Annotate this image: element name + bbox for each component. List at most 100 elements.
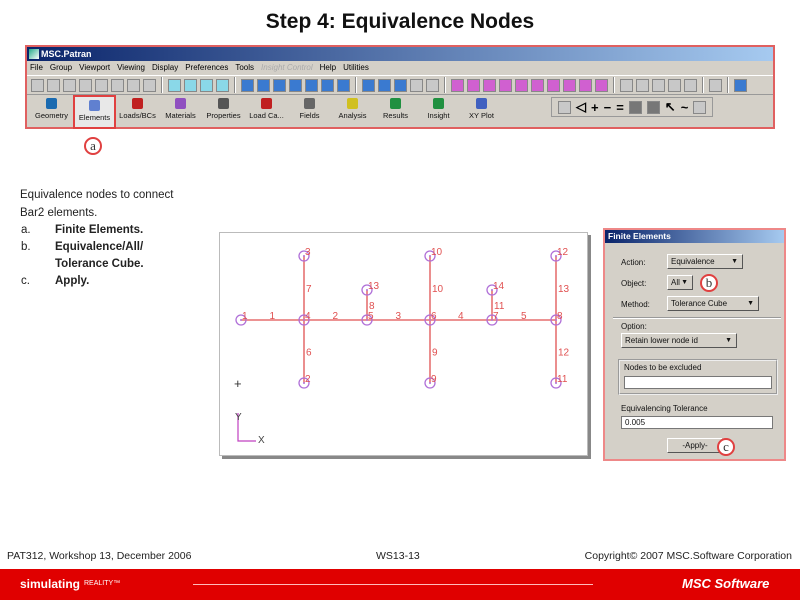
exclude-label: Nodes to be excluded <box>624 363 702 372</box>
toolbar-button-icon[interactable] <box>467 78 480 92</box>
pointer-icon[interactable]: ↖ <box>665 99 676 115</box>
toolbar-button-icon[interactable] <box>620 78 633 92</box>
app-properties[interactable]: Properties <box>202 95 245 129</box>
toolbar-button-icon[interactable] <box>684 78 697 92</box>
app-elements[interactable]: Elements <box>73 95 116 129</box>
app-insight[interactable]: Insight <box>417 95 460 129</box>
toolbar-button-icon[interactable] <box>47 78 60 92</box>
action-select[interactable]: Equivalence ▼ <box>667 254 743 269</box>
app-fields[interactable]: Fields <box>288 95 331 129</box>
toolbar-button-icon[interactable] <box>595 78 608 92</box>
toolbar-button-icon[interactable] <box>273 78 286 92</box>
node-label: 12 <box>557 247 569 258</box>
toolbar-button-icon[interactable] <box>95 78 108 92</box>
toolbar-button-icon[interactable] <box>451 78 464 92</box>
minus-icon[interactable]: − <box>604 100 612 115</box>
toolbar-button-icon[interactable] <box>531 78 544 92</box>
element-label: 6 <box>306 348 312 359</box>
toolbar-button-icon[interactable] <box>547 78 560 92</box>
step-a: a. Finite Elements. <box>21 222 175 239</box>
equals-icon[interactable]: = <box>616 100 624 115</box>
toolbar-button-icon[interactable] <box>289 78 302 92</box>
menu-viewport[interactable]: Viewport <box>79 61 110 75</box>
node-label: 5 <box>368 311 374 322</box>
app-icon <box>476 98 487 109</box>
nodes-excluded-input[interactable] <box>624 376 772 389</box>
object-select[interactable]: All ▼ <box>667 275 693 290</box>
toolbar-button-icon[interactable] <box>652 78 665 92</box>
fill2-icon[interactable] <box>646 100 660 114</box>
menu-display[interactable]: Display <box>152 61 178 75</box>
graphics-viewport[interactable]: 1 2 3 4 5 6 7 8 9 10 11 12 13 1 2 3 4 5 6 7 8 9 10 11 12 13 14 + Y X <box>219 232 588 456</box>
menu-tools[interactable]: Tools <box>235 61 254 75</box>
toolbar-button-icon[interactable] <box>257 78 270 92</box>
menu-help[interactable]: Help <box>320 61 336 75</box>
method-select[interactable]: Tolerance Cube ▼ <box>667 296 759 311</box>
toolbar-button-icon[interactable] <box>410 78 423 92</box>
axis-x-label: X <box>258 435 265 446</box>
node-label: 2 <box>305 374 311 385</box>
divider <box>613 317 781 319</box>
toolbar-button-icon[interactable] <box>668 78 681 92</box>
lasso-icon[interactable]: ◁ <box>576 99 586 115</box>
copy-icon[interactable] <box>558 100 571 114</box>
app-analysis[interactable]: Analysis <box>331 95 374 129</box>
toolbar-button-icon[interactable] <box>636 78 649 92</box>
menu-file[interactable]: File <box>30 61 43 75</box>
app-label: Loads/BCs <box>119 111 156 120</box>
app-label: XY Plot <box>469 111 494 120</box>
toolbar-button-icon[interactable] <box>31 78 44 92</box>
toolbar-button-icon[interactable] <box>362 78 375 92</box>
toolbar-button-icon[interactable] <box>394 78 407 92</box>
toolbar-button-icon[interactable] <box>563 78 576 92</box>
toolbar-button-icon[interactable] <box>79 78 92 92</box>
toolbar-separator <box>161 77 163 93</box>
menu-viewing[interactable]: Viewing <box>117 61 145 75</box>
toolbar-button-icon[interactable] <box>63 78 76 92</box>
toolbar-button-icon[interactable] <box>426 78 439 92</box>
toolbar-button-icon[interactable] <box>337 78 350 92</box>
toolbar-button-icon[interactable] <box>515 78 528 92</box>
toolbar-button-icon[interactable] <box>200 78 213 92</box>
toolbar-button-icon[interactable] <box>184 78 197 92</box>
msc-logo: MSC Software <box>682 576 770 591</box>
app-materials[interactable]: Materials <box>159 95 202 129</box>
app-load-ca-[interactable]: Load Ca... <box>245 95 288 129</box>
menu-group[interactable]: Group <box>50 61 72 75</box>
toolbar-separator <box>444 77 446 93</box>
menu-preferences[interactable]: Preferences <box>185 61 228 75</box>
menu-utilities[interactable]: Utilities <box>343 61 369 75</box>
footer-page: WS13-13 <box>376 550 420 562</box>
toolbar-button-icon[interactable] <box>127 78 140 92</box>
app-loads-bcs[interactable]: Loads/BCs <box>116 95 159 129</box>
toolbar-button-icon[interactable] <box>216 78 229 92</box>
node-label: 3 <box>305 247 311 258</box>
curve-icon[interactable]: ~ <box>681 100 689 115</box>
option-select[interactable]: Retain lower node id ▼ <box>621 333 737 348</box>
toolbar-button-icon[interactable] <box>321 78 334 92</box>
element-label: 2 <box>333 311 339 322</box>
toolbar-button-icon[interactable] <box>483 78 496 92</box>
app-results[interactable]: Results <box>374 95 417 129</box>
clipboard-icon[interactable] <box>693 100 707 114</box>
apply-button[interactable]: -Apply- <box>667 438 723 453</box>
action-label: Action: <box>621 258 646 267</box>
patran-window: MSC.Patran File Group Viewport Viewing Displ… <box>25 45 775 129</box>
tolerance-input[interactable]: 0.005 <box>621 416 773 429</box>
app-geometry[interactable]: Geometry <box>30 95 73 129</box>
toolbar-button-icon[interactable] <box>709 78 722 92</box>
callout-b: b <box>700 274 718 292</box>
toolbar-button-icon[interactable] <box>579 78 592 92</box>
toolbar-button-icon[interactable] <box>378 78 391 92</box>
toolbar-button-icon[interactable] <box>499 78 512 92</box>
app-icon <box>175 98 186 109</box>
fill-icon[interactable] <box>628 100 642 114</box>
toolbar-button-icon[interactable] <box>305 78 318 92</box>
toolbar-button-icon[interactable] <box>111 78 124 92</box>
toolbar-button-icon[interactable] <box>168 78 181 92</box>
toolbar-button-icon[interactable] <box>143 78 156 92</box>
toolbar-button-icon[interactable] <box>734 78 747 92</box>
toolbar-button-icon[interactable] <box>241 78 254 92</box>
app-xy-plot[interactable]: XY Plot <box>460 95 503 129</box>
plus-icon[interactable]: + <box>591 100 599 115</box>
